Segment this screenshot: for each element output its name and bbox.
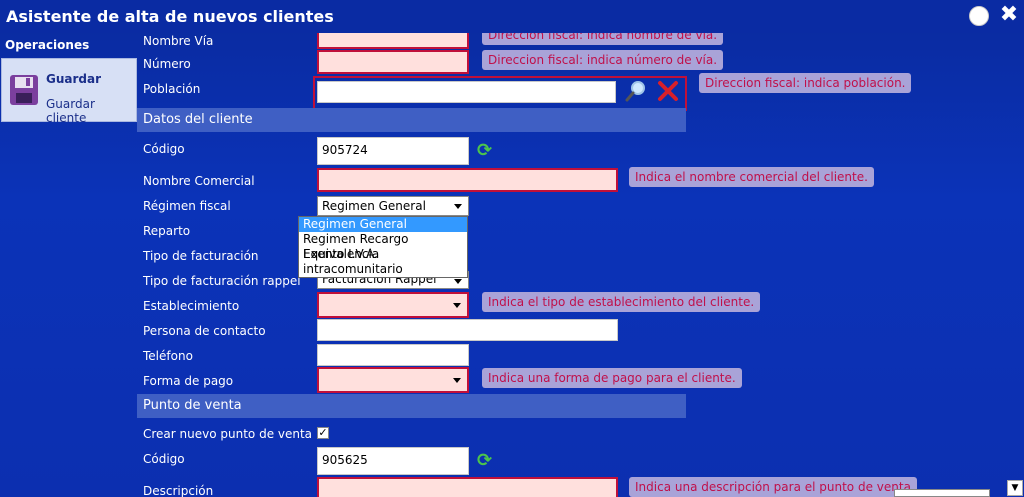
save-client-action[interactable]: Guardar Guardar cliente <box>1 58 137 125</box>
title-bar: Asistente de alta de nuevos clientes ✖ <box>0 0 1024 33</box>
pos-section-header: Punto de venta <box>137 394 686 418</box>
create-pos-label: Crear nuevo punto de venta <box>143 427 313 441</box>
tax-regime-option[interactable]: intracomunitario <box>299 262 467 277</box>
pos-description-label: Descripción <box>143 484 214 497</box>
establishment-label: Establecimiento <box>143 299 240 313</box>
phone-label: Teléfono <box>143 349 193 363</box>
payment-label: Forma de pago <box>143 374 234 388</box>
billing-type-label: Tipo de facturación <box>143 249 259 263</box>
trade-name-input[interactable] <box>317 168 618 192</box>
street-input[interactable] <box>317 33 469 49</box>
close-button[interactable]: ✖ <box>998 3 1020 27</box>
town-label: Población <box>143 82 201 96</box>
trade-name-hint: Indica el nombre comercial del cliente. <box>629 167 874 187</box>
contact-label: Persona de contacto <box>143 324 266 338</box>
scroll-down-button[interactable]: ▼ <box>1007 480 1023 496</box>
help-button[interactable] <box>969 6 989 26</box>
client-code-label: Código <box>143 142 185 156</box>
search-icon[interactable] <box>624 79 648 103</box>
establishment-hint: Indica el tipo de establecimiento del cl… <box>482 292 761 312</box>
clear-icon[interactable] <box>656 79 680 103</box>
street-label: Nombre Vía <box>143 34 214 48</box>
save-action-subtitle: Guardar cliente <box>46 97 95 125</box>
payment-select[interactable] <box>317 367 469 393</box>
sidebar: Operaciones Guardar Guardar cliente <box>0 33 137 497</box>
client-code-input[interactable]: 905724 <box>317 137 469 165</box>
number-hint: Direccion fiscal: indica número de vía. <box>482 50 724 70</box>
rebate-billing-label: Tipo de facturación rappel <box>143 274 301 288</box>
distribution-label: Reparto <box>143 224 191 238</box>
tax-regime-option[interactable]: Regimen General <box>299 217 467 232</box>
client-section-header: Datos del cliente <box>137 108 686 132</box>
pos-description-input[interactable] <box>317 477 618 497</box>
refresh-code-icon[interactable]: ⟳ <box>477 141 495 161</box>
street-hint: Direccion fiscal: indica nombre de vía. <box>482 33 724 45</box>
sidebar-section-title: Operaciones <box>5 38 90 52</box>
town-hint: Direccion fiscal: indica población. <box>699 73 912 93</box>
chevron-down-icon <box>454 279 462 284</box>
number-label: Número <box>143 57 191 71</box>
establishment-select[interactable] <box>317 292 469 318</box>
contact-input[interactable] <box>317 319 618 341</box>
payment-hint: Indica una forma de pago para el cliente… <box>482 368 742 388</box>
create-pos-checkbox[interactable]: ✓ <box>317 427 329 439</box>
floppy-disk-icon <box>10 75 38 105</box>
tax-regime-dropdown[interactable]: Regimen General Regimen Recargo Equivale… <box>298 216 468 278</box>
number-input[interactable] <box>317 50 469 74</box>
chevron-down-icon <box>453 303 461 308</box>
refresh-pos-code-icon[interactable]: ⟳ <box>477 451 495 471</box>
tax-regime-label: Régimen fiscal <box>143 199 231 213</box>
pos-code-label: Código <box>143 452 185 466</box>
tax-regime-option[interactable]: Regimen Recargo Equivalencia <box>299 232 467 261</box>
window-title: Asistente de alta de nuevos clientes <box>6 7 334 26</box>
tax-regime-select[interactable]: Regimen General <box>317 196 469 216</box>
pos-code-input[interactable]: 905625 <box>317 447 469 475</box>
trade-name-label: Nombre Comercial <box>143 174 255 188</box>
save-action-title: Guardar <box>46 72 102 86</box>
tax-regime-value: Regimen General <box>322 199 426 213</box>
chevron-down-icon <box>453 378 461 383</box>
pos-description-hint: Indica una descripción para el punto de … <box>629 477 917 497</box>
form-content: Nombre Vía Direccion fiscal: indica nomb… <box>137 33 1007 497</box>
chevron-down-icon <box>454 204 462 209</box>
tax-regime-option[interactable]: Exento I.V.A. <box>299 247 467 262</box>
town-input[interactable] <box>317 81 616 103</box>
bottom-select[interactable] <box>894 489 990 497</box>
phone-input[interactable] <box>317 344 469 366</box>
